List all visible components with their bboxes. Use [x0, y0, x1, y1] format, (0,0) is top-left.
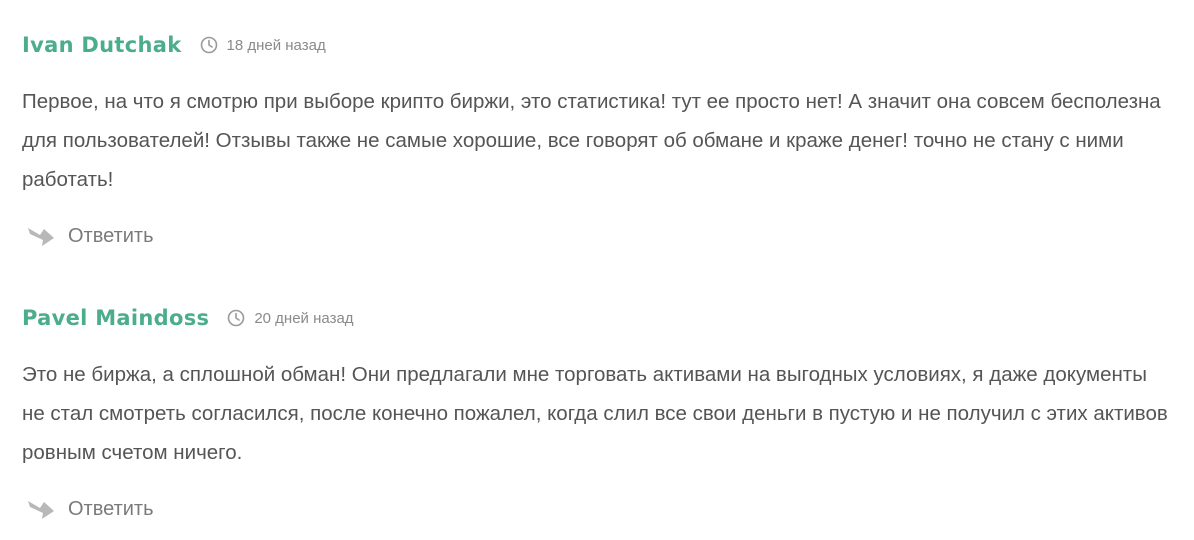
reply-label: Ответить	[68, 224, 154, 247]
comment-item: Pavel Maindoss 20 дней назад Это не бирж…	[22, 303, 1172, 526]
comment-text: Первое, на что я смотрю при выборе крипт…	[22, 90, 1161, 191]
reply-arrow-icon	[28, 501, 54, 519]
comments-list: Ivan Dutchak 18 дней назад Первое, на чт…	[0, 0, 1194, 540]
comment-date: 20 дней назад	[227, 309, 354, 327]
comment-date-text: 18 дней назад	[226, 36, 326, 54]
comment-date-text: 20 дней назад	[254, 309, 354, 327]
clock-icon	[228, 309, 245, 327]
comment-date: 18 дней назад	[200, 36, 326, 54]
reply-button[interactable]: Ответить	[22, 219, 182, 253]
reply-label: Ответить	[68, 497, 154, 520]
clock-icon	[200, 36, 217, 54]
comment-item: Ivan Dutchak 18 дней назад Первое, на чт…	[22, 30, 1172, 253]
comment-author[interactable]: Pavel Maindoss	[22, 306, 209, 330]
comment-header: Pavel Maindoss 20 дней назад	[22, 303, 1172, 333]
comment-text: Это не биржа, а сплошной обман! Они пред…	[22, 363, 1168, 464]
comment-author[interactable]: Ivan Dutchak	[22, 33, 182, 57]
comment-header: Ivan Dutchak 18 дней назад	[22, 30, 1172, 60]
reply-button[interactable]: Ответить	[22, 492, 182, 526]
reply-arrow-icon	[28, 228, 54, 246]
